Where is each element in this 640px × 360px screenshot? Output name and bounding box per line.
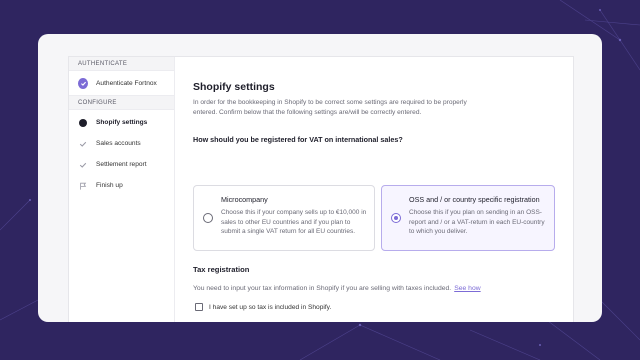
section-configure-header: CONFIGURE [69,96,174,110]
flag-icon [78,181,88,191]
tax-registration-text: You need to input your tax information i… [193,285,481,292]
sidebar-item-label: Sales accounts [96,140,141,147]
check-circle-icon [78,77,88,89]
checkbox-label: I have set up so tax is included in Shop… [209,303,332,311]
option-title: OSS and / or country specific registrati… [409,195,540,204]
sidebar-item-authenticate-fortnox[interactable]: Authenticate Fortnox [69,71,174,96]
tax-included-checkbox-row[interactable]: I have set up so tax is included in Shop… [195,303,331,311]
intro-text: In order for the bookkeeping in Shopify … [193,99,467,116]
sidebar-item-label: Authenticate Fortnox [96,79,157,87]
option-title: Microcompany [221,195,268,204]
sidebar-item-shopify-settings[interactable]: Shopify settings [69,112,174,133]
option-description: Choose this if you plan on sending in an… [409,209,545,236]
current-step-icon [78,118,88,128]
page-title: Shopify settings [193,81,275,93]
option-oss-registration[interactable]: OSS and / or country specific registrati… [381,185,555,251]
option-description: Choose this if your company sells up to … [221,209,367,236]
setup-sidebar: AUTHENTICATE Authenticate Fortnox CONFIG… [69,57,175,322]
radio-microcompany[interactable] [203,213,213,223]
see-how-link[interactable]: See how [454,285,480,292]
vat-options: Microcompany Choose this if your company… [193,185,555,251]
sidebar-item-label: Settlement report [96,161,147,168]
radio-oss-registration[interactable] [391,213,401,223]
check-icon [78,139,88,149]
sidebar-item-finish-up[interactable]: Finish up [69,175,174,196]
tax-included-checkbox[interactable] [195,303,203,311]
sidebar-item-sales-accounts[interactable]: Sales accounts [69,133,174,154]
setup-panel: AUTHENTICATE Authenticate Fortnox CONFIG… [68,56,574,322]
setup-card: AUTHENTICATE Authenticate Fortnox CONFIG… [38,34,602,322]
check-icon [78,160,88,170]
sidebar-item-label: Shopify settings [96,119,148,126]
option-microcompany[interactable]: Microcompany Choose this if your company… [193,185,375,251]
vat-question: How should you be registered for VAT on … [193,135,403,144]
main-content: Shopify settings In order for the bookke… [193,81,565,321]
tax-registration-heading: Tax registration [193,265,250,274]
sidebar-item-label: Finish up [96,182,123,189]
tax-text: You need to input your tax information i… [193,285,452,292]
sidebar-item-settlement-report[interactable]: Settlement report [69,154,174,175]
section-authenticate-header: AUTHENTICATE [69,57,174,71]
